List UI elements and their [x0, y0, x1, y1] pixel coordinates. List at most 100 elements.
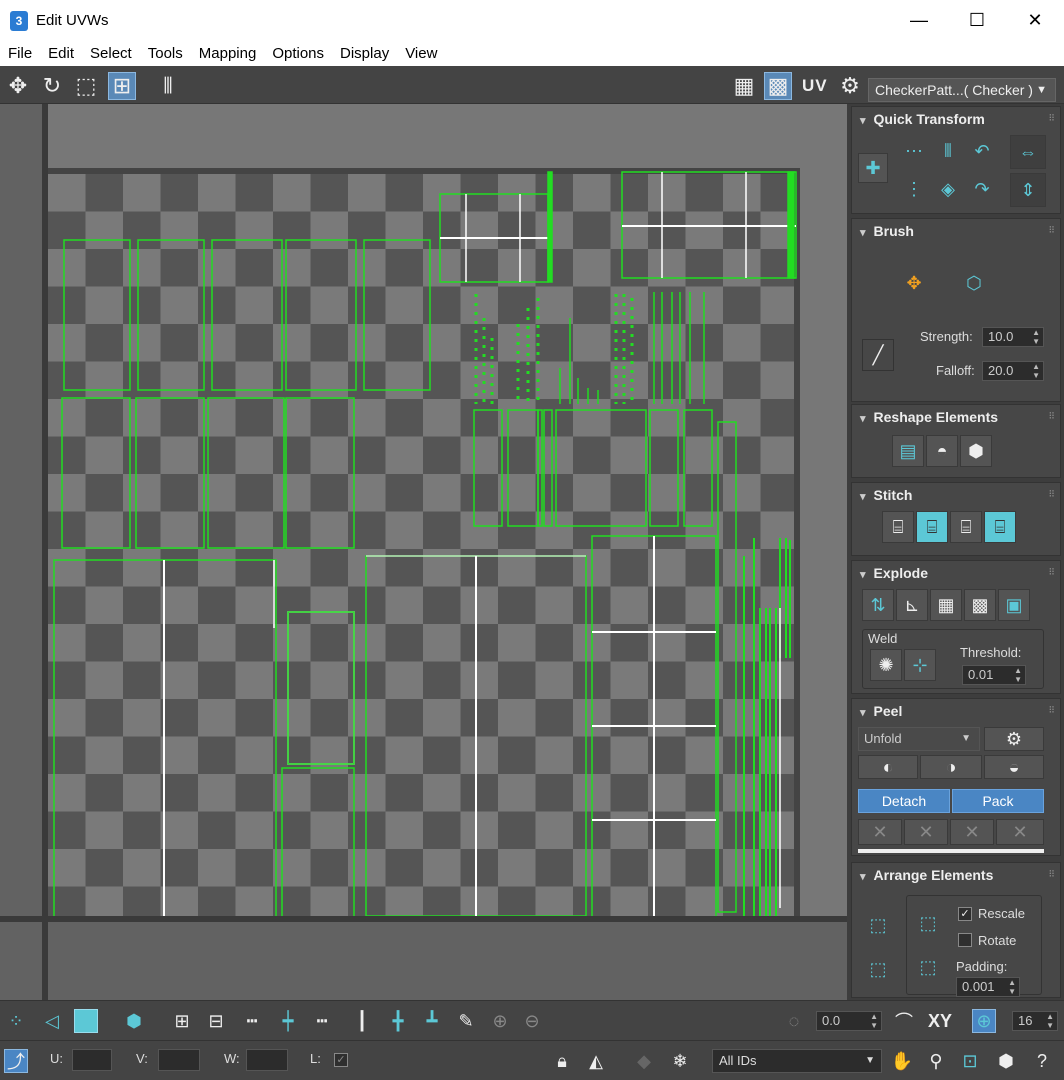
select-pins-icon[interactable]: ✕	[996, 819, 1044, 845]
straighten-selection-icon[interactable]: ▤	[892, 435, 924, 467]
weld-selected-icon[interactable]: ✺	[870, 649, 902, 681]
relax-brush-icon[interactable]: ⬡	[958, 267, 990, 299]
hide-icon[interactable]: ◭	[584, 1049, 608, 1073]
drag-handle-icon[interactable]: ⠿	[1048, 705, 1055, 716]
peel-title[interactable]: Peel	[860, 703, 903, 719]
paint-select-shrink-icon[interactable]: ⊖	[520, 1009, 544, 1033]
threshold-spinner[interactable]: 0.01 ▲ ▼	[962, 665, 1026, 685]
show-icon[interactable]: ◆	[632, 1049, 656, 1073]
quick-peel-icon[interactable]: ◐	[858, 755, 918, 779]
auto-pin-icon[interactable]: ✕	[950, 819, 994, 845]
zoom-extents-icon[interactable]: ⬢	[994, 1049, 1018, 1073]
vertex-select-icon[interactable]: ⁘	[4, 1009, 28, 1033]
menu-options[interactable]: Options	[264, 45, 332, 62]
drag-handle-icon[interactable]: ⠿	[1048, 225, 1055, 236]
pin-icon[interactable]: ✕	[858, 819, 902, 845]
transform-center-icon[interactable]: ✚	[858, 153, 888, 183]
v-coordinate-input[interactable]	[158, 1049, 200, 1071]
peel-reset-icon[interactable]: ◒	[984, 755, 1044, 779]
rotate-cw-icon[interactable]: ↷	[966, 173, 998, 205]
ring-grow-icon[interactable]: ┿	[276, 1009, 300, 1033]
pack-custom-icon[interactable]: ⬚	[912, 907, 944, 939]
grid-size-spinner[interactable]: 16 ▲ ▼	[1012, 1011, 1058, 1031]
relax-settings-icon[interactable]: ⬢	[960, 435, 992, 467]
peel-settings-icon[interactable]: ⚙	[984, 727, 1044, 751]
drag-handle-icon[interactable]: ⠿	[1048, 567, 1055, 578]
weld-target-icon[interactable]: ⊹	[904, 649, 936, 681]
flatten-by-smoothing-icon[interactable]: ▩	[964, 589, 996, 621]
rotation-snap-icon[interactable]: ◌	[782, 1009, 806, 1033]
show-map-icon[interactable]: ▩	[764, 72, 792, 100]
align-vertical-icon[interactable]: ⋮	[898, 173, 930, 205]
menu-mapping[interactable]: Mapping	[191, 45, 265, 62]
pan-icon[interactable]: ✋	[890, 1049, 914, 1073]
mirror-icon[interactable]: ⫴	[154, 72, 182, 100]
unpin-icon[interactable]: ✕	[904, 819, 948, 845]
uv-editor-viewport[interactable]	[0, 104, 847, 1000]
drag-handle-icon[interactable]: ⠿	[1048, 411, 1055, 422]
peel-icon[interactable]: ◑	[920, 755, 982, 779]
freeze-icon[interactable]: ❄	[668, 1049, 692, 1073]
menu-edit[interactable]: Edit	[40, 45, 82, 62]
edge-select-icon[interactable]: ◁	[40, 1009, 64, 1033]
relax-icon[interactable]: ◓	[926, 435, 958, 467]
reshape-elements-title[interactable]: Reshape Elements	[860, 409, 999, 425]
paint-select-grow-icon[interactable]: ⊕	[488, 1009, 512, 1033]
menu-select[interactable]: Select	[82, 45, 140, 62]
menu-tools[interactable]: Tools	[140, 45, 191, 62]
menu-view[interactable]: View	[397, 45, 445, 62]
stitch-to-target-icon[interactable]: ⌸	[916, 511, 948, 543]
spinner-arrows-icon[interactable]: ▲ ▼	[1008, 978, 1016, 996]
uv-mode-label[interactable]: UV	[802, 76, 828, 96]
brush-title[interactable]: Brush	[860, 223, 914, 239]
rotate-checkbox[interactable]	[958, 933, 972, 947]
element-select-icon[interactable]: ⬢	[122, 1009, 146, 1033]
drag-handle-icon[interactable]: ⠿	[1048, 113, 1055, 124]
spinner-arrows-icon[interactable]: ▲ ▼	[1046, 1012, 1054, 1030]
spinner-arrows-icon[interactable]: ▲ ▼	[870, 1012, 878, 1030]
xy-plane-label[interactable]: XY	[928, 1011, 952, 1032]
stitch-title[interactable]: Stitch	[860, 487, 913, 503]
stitch-to-source-icon[interactable]: ⌸	[984, 511, 1016, 543]
soft-selection-icon[interactable]: ⌒	[892, 1009, 916, 1033]
checker-display-icon[interactable]: ▦	[730, 72, 758, 100]
freeform-mode-icon[interactable]: ⊞	[108, 72, 136, 100]
rescale-checkbox[interactable]: ✓	[958, 907, 972, 921]
falloff-spinner[interactable]: 20.0 ▲ ▼	[982, 361, 1044, 381]
loop-grow-icon[interactable]: ╋	[386, 1009, 410, 1033]
scale-icon[interactable]: ⬚	[72, 72, 100, 100]
rotate-ccw-icon[interactable]: ↶	[966, 135, 998, 167]
grid-snap-icon[interactable]: ⊕	[972, 1009, 996, 1033]
drag-handle-icon[interactable]: ⠿	[1048, 489, 1055, 500]
grow-selection-icon[interactable]: ⊞	[170, 1009, 194, 1033]
material-ids-dropdown[interactable]: All IDs ▼	[712, 1049, 882, 1073]
minimize-button[interactable]: —	[890, 0, 948, 41]
maximize-button[interactable]: ☐	[948, 0, 1006, 41]
align-horizontal-icon[interactable]: ⋯	[898, 135, 930, 167]
ring-shrink-icon[interactable]: ┅	[310, 1009, 334, 1033]
help-icon[interactable]: ?	[1030, 1049, 1054, 1073]
flip-horizontal-icon[interactable]: ⇔	[1010, 135, 1046, 169]
flip-vertical-icon[interactable]: ⇕	[1010, 173, 1046, 207]
paint-select-icon[interactable]: ✎	[454, 1009, 478, 1033]
rotation-spinner[interactable]: 0.0 ▲ ▼	[816, 1011, 882, 1031]
shrink-selection-icon[interactable]: ⊟	[204, 1009, 228, 1033]
paint-move-icon[interactable]: ✥	[898, 267, 930, 299]
arrange-elements-title[interactable]: Arrange Elements	[860, 867, 994, 883]
explode-title[interactable]: Explode	[860, 565, 928, 581]
peel-mode-dropdown[interactable]: Unfold ▼	[858, 727, 980, 751]
spinner-arrows-icon[interactable]: ▲ ▼	[1032, 362, 1040, 380]
padding-spinner[interactable]: 0.001 ▲ ▼	[956, 977, 1020, 997]
stitch-average-icon[interactable]: ⌸	[950, 511, 982, 543]
w-coordinate-input[interactable]	[246, 1049, 288, 1071]
pack-recursive-icon[interactable]: ⬚	[912, 951, 944, 983]
strength-spinner[interactable]: 10.0 ▲ ▼	[982, 327, 1044, 347]
drag-handle-icon[interactable]: ⠿	[1048, 869, 1055, 880]
menu-file[interactable]: File	[0, 45, 40, 62]
flatten-by-polygon-icon[interactable]: ▦	[930, 589, 962, 621]
face-select-icon[interactable]	[74, 1009, 98, 1033]
ring-icon[interactable]: ┅	[240, 1009, 264, 1033]
move-icon[interactable]: ✥	[4, 72, 32, 100]
u-coordinate-input[interactable]	[72, 1049, 112, 1071]
absolute-mode-icon[interactable]: ⤴	[4, 1049, 28, 1073]
